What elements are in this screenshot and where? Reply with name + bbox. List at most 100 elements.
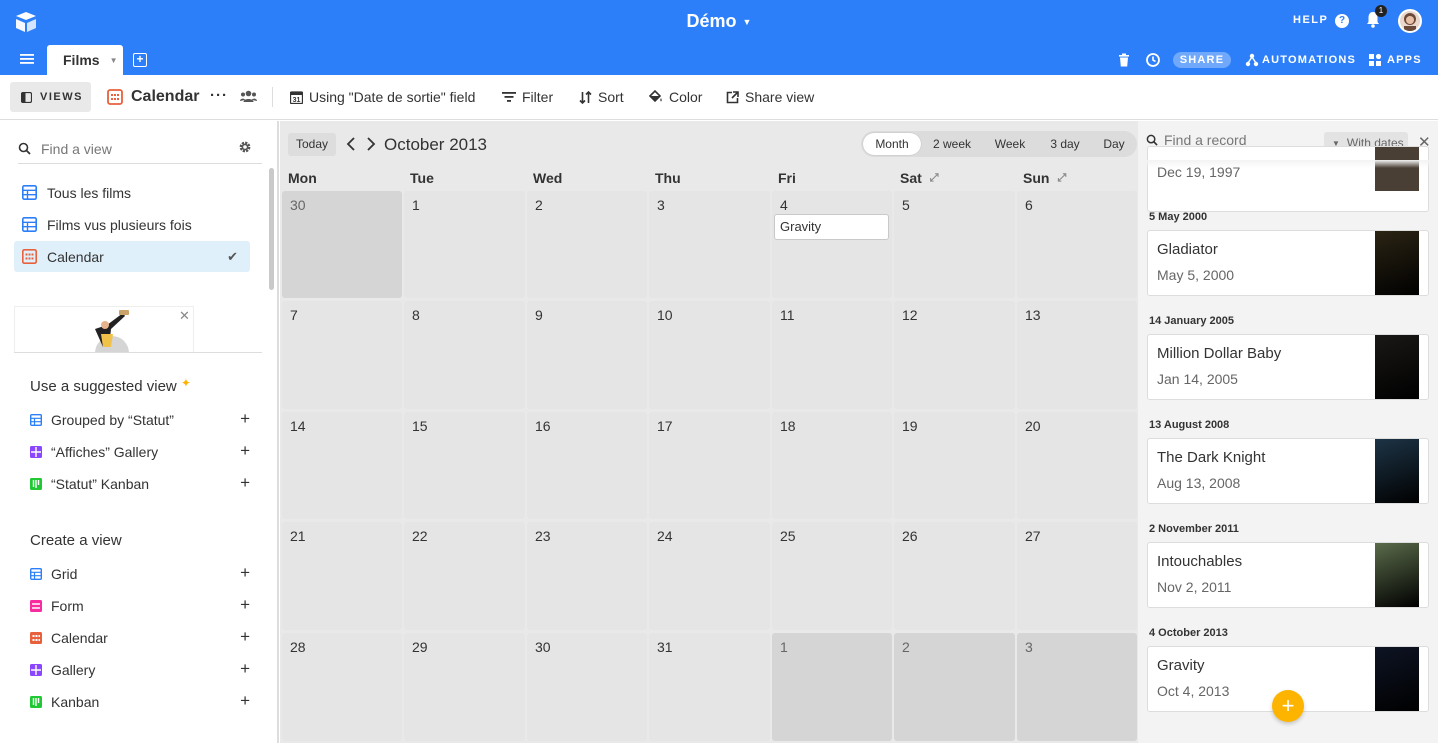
history-icon[interactable] [1145,52,1161,68]
sidebar-item-films-vus-plusieurs-fois[interactable]: Films vus plusieurs fois [14,209,250,240]
day-cell[interactable]: 13 [1017,301,1137,409]
expand-icon[interactable]: ⤢ [930,172,939,185]
sort-button[interactable]: Sort [579,89,624,105]
add-icon[interactable]: + [240,627,250,647]
create-view-form[interactable]: Form + [30,594,250,618]
suggested-view-affiches-gallery[interactable]: “Affiches” Gallery + [30,440,250,464]
add-icon[interactable]: + [240,595,250,615]
day-cell[interactable]: 22 [404,522,525,630]
create-view-calendar[interactable]: Calendar + [30,626,250,650]
range-2-week[interactable]: 2 week [923,133,981,155]
share-view-button[interactable]: Share view [726,89,814,105]
table-tab-films[interactable]: Films ▼ [47,45,123,75]
day-cell[interactable]: 31 [649,633,770,741]
day-cell[interactable]: 26 [894,522,1015,630]
find-view-input[interactable]: Find a view [18,134,262,164]
base-title[interactable]: Démo ▼ [687,11,752,32]
day-cell[interactable]: 12 [894,301,1015,409]
record-card[interactable]: The Dark Knight Aug 13, 2008 [1147,438,1429,504]
day-cell[interactable]: 11 [772,301,892,409]
record-card[interactable]: Dec 19, 1997 [1147,146,1429,212]
add-icon[interactable]: + [240,441,250,461]
hamburger-menu-icon[interactable] [20,53,34,65]
record-card[interactable]: Intouchables Nov 2, 2011 [1147,542,1429,608]
day-cell[interactable]: 6 [1017,191,1137,298]
sidebar-scrollbar[interactable] [269,168,274,290]
today-button[interactable]: Today [288,133,336,156]
day-cell[interactable]: 30 [527,633,647,741]
day-number: 25 [780,528,796,544]
chevron-right-icon[interactable] [366,137,376,151]
create-view-kanban[interactable]: Kanban + [30,690,250,714]
suggested-view-statut-kanban[interactable]: “Statut” Kanban + [30,472,250,496]
add-table-icon[interactable]: + [133,53,147,67]
day-cell[interactable]: 4 [772,191,892,298]
range-day[interactable]: Day [1093,133,1135,155]
create-view-grid[interactable]: Grid + [30,562,250,586]
day-cell[interactable]: 2 [894,633,1015,741]
day-cell[interactable]: 1 [404,191,525,298]
add-icon[interactable]: + [240,563,250,583]
gear-icon[interactable] [238,140,252,154]
day-cell[interactable]: 18 [772,412,892,519]
day-cell[interactable]: 14 [282,412,402,519]
day-cell[interactable]: 5 [894,191,1015,298]
day-cell[interactable]: 17 [649,412,770,519]
day-cell[interactable]: 25 [772,522,892,630]
chevron-left-icon[interactable] [346,137,356,151]
day-cell[interactable]: 21 [282,522,402,630]
day-cell[interactable]: 27 [1017,522,1137,630]
add-icon[interactable]: + [240,473,250,493]
avatar[interactable] [1398,9,1422,33]
add-icon[interactable]: + [240,691,250,711]
share-button[interactable]: SHARE [1173,52,1231,68]
sidebar-item-calendar[interactable]: Calendar ✔ [14,241,250,272]
range-3-day[interactable]: 3 day [1039,133,1091,155]
record-title: Intouchables [1157,553,1243,570]
close-icon[interactable]: ✕ [179,308,190,324]
sidebar-item-tous-les-films[interactable]: Tous les films [14,177,250,208]
collaborative-view-icon[interactable] [240,90,257,103]
day-cell[interactable]: 16 [527,412,647,519]
day-cell[interactable]: 24 [649,522,770,630]
views-button[interactable]: VIEWS [10,82,91,112]
day-cell[interactable]: 28 [282,633,402,741]
day-cell[interactable]: 2 [527,191,647,298]
day-cell[interactable]: 1 [772,633,892,741]
create-view-gallery[interactable]: Gallery + [30,658,250,682]
day-cell[interactable]: 3 [1017,633,1137,741]
record-card[interactable]: Million Dollar Baby Jan 14, 2005 [1147,334,1429,400]
range-week[interactable]: Week [983,133,1037,155]
add-record-button[interactable]: + [1272,690,1304,722]
expand-icon[interactable]: ⤢ [1057,172,1066,185]
help-button[interactable]: HELP [1293,14,1328,26]
color-button[interactable]: Color [648,89,702,105]
day-cell[interactable]: 10 [649,301,770,409]
day-cell[interactable]: 8 [404,301,525,409]
airtable-logo-icon[interactable] [13,10,39,34]
calendar-event[interactable]: Gravity [774,214,889,240]
date-field-button[interactable]: 31 Using "Date de sortie" field [290,89,475,105]
day-cell[interactable]: 29 [404,633,525,741]
current-view-name[interactable]: Calendar [131,88,199,106]
filter-button[interactable]: Filter [502,89,553,105]
day-cell[interactable]: 9 [527,301,647,409]
help-icon[interactable]: ? [1335,14,1349,28]
range-month[interactable]: Month [863,133,921,155]
apps-button[interactable]: APPS [1368,53,1422,67]
day-cell[interactable]: 7 [282,301,402,409]
suggested-view-grouped-by-statut[interactable]: Grouped by “Statut” + [30,408,250,432]
trash-icon[interactable] [1118,53,1130,67]
add-icon[interactable]: + [240,409,250,429]
day-cell[interactable]: 19 [894,412,1015,519]
day-number: 23 [535,528,551,544]
day-cell[interactable]: 20 [1017,412,1137,519]
view-more-icon[interactable]: ··· [210,87,228,104]
automations-button[interactable]: AUTOMATIONS [1245,53,1356,67]
day-cell[interactable]: 15 [404,412,525,519]
day-cell[interactable]: 30 [282,191,402,298]
record-card[interactable]: Gladiator May 5, 2000 [1147,230,1429,296]
add-icon[interactable]: + [240,659,250,679]
day-cell[interactable]: 3 [649,191,770,298]
day-cell[interactable]: 23 [527,522,647,630]
